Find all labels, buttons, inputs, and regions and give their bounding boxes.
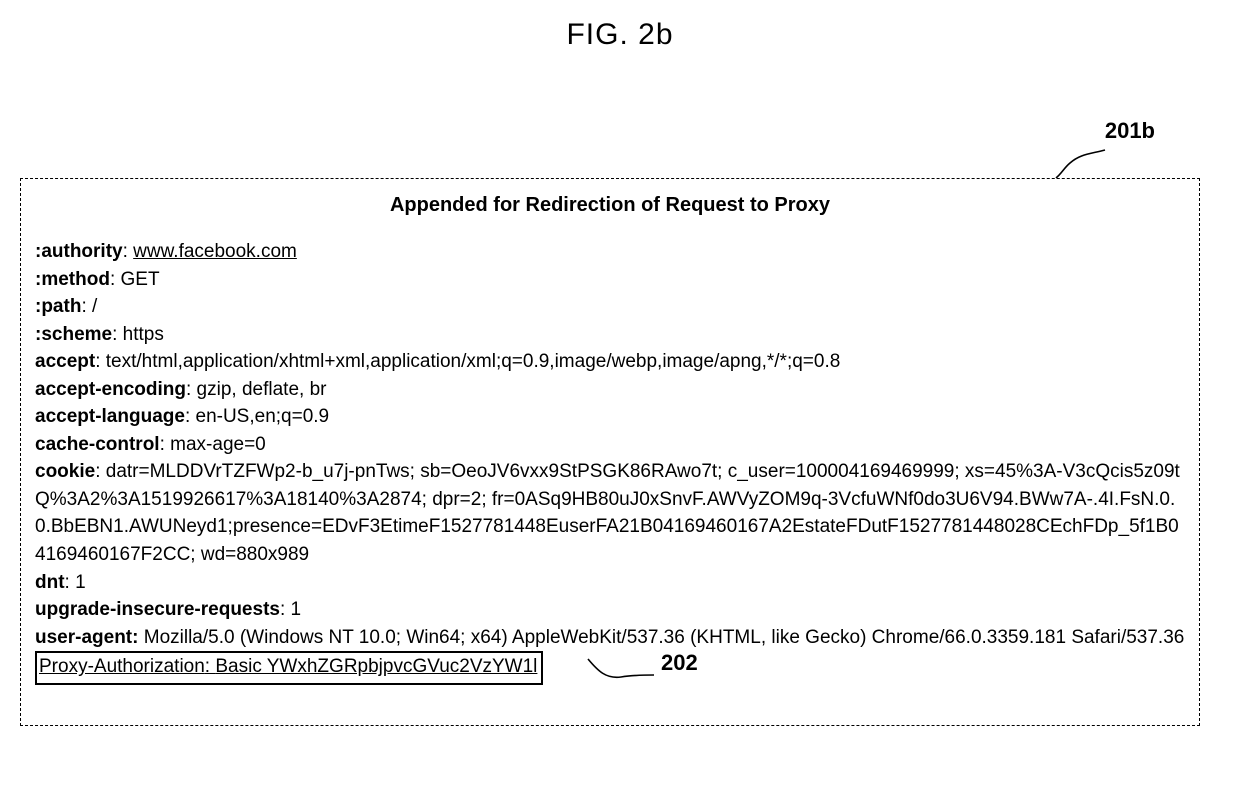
header-value: https bbox=[123, 324, 164, 345]
header-authority: :authority: www.facebook.com bbox=[35, 238, 1185, 266]
header-colon: : bbox=[205, 656, 216, 677]
header-key: user-agent: bbox=[35, 627, 138, 648]
header-cache-control: cache-control: max-age=0 bbox=[35, 431, 1185, 459]
box-title: Appended for Redirection of Request to P… bbox=[35, 191, 1185, 220]
header-proxy-authorization: Proxy-Authorization: Basic YWxhZGRpbjpvc… bbox=[35, 651, 543, 685]
header-key: upgrade-insecure-requests bbox=[35, 599, 280, 620]
header-value: GET bbox=[121, 269, 160, 290]
header-dnt: dnt: 1 bbox=[35, 569, 1185, 597]
header-value: Mozilla/5.0 (Windows NT 10.0; Win64; x64… bbox=[144, 627, 1185, 648]
header-upgrade-insecure-requests: upgrade-insecure-requests: 1 bbox=[35, 596, 1185, 624]
header-key: accept bbox=[35, 351, 95, 372]
header-key: Proxy-Authorization bbox=[39, 656, 205, 677]
header-key: :scheme bbox=[35, 324, 112, 345]
header-method: :method: GET bbox=[35, 266, 1185, 294]
header-value: 1 bbox=[75, 572, 86, 593]
request-box: Appended for Redirection of Request to P… bbox=[20, 178, 1200, 726]
header-value: max-age=0 bbox=[170, 434, 266, 455]
header-key: accept-language bbox=[35, 406, 185, 427]
header-key: accept-encoding bbox=[35, 379, 186, 400]
callout-202-leader bbox=[586, 657, 656, 685]
header-accept-language: accept-language: en-US,en;q=0.9 bbox=[35, 403, 1185, 431]
figure-canvas: FIG. 2b 201b Appended for Redirection of… bbox=[0, 0, 1240, 789]
header-accept: accept: text/html,application/xhtml+xml,… bbox=[35, 348, 1185, 376]
header-key: cookie bbox=[35, 461, 95, 482]
header-value: en-US,en;q=0.9 bbox=[196, 406, 330, 427]
callout-201b-label: 201b bbox=[1105, 118, 1155, 144]
header-key: :method bbox=[35, 269, 110, 290]
header-value: gzip, deflate, br bbox=[197, 379, 327, 400]
header-key: :authority bbox=[35, 241, 123, 262]
header-value: 1 bbox=[291, 599, 302, 620]
callout-202-label: 202 bbox=[661, 647, 698, 679]
header-scheme: :scheme: https bbox=[35, 321, 1185, 349]
header-accept-encoding: accept-encoding: gzip, deflate, br bbox=[35, 376, 1185, 404]
header-path: :path: / bbox=[35, 293, 1185, 321]
header-cookie: cookie: datr=MLDDVrTZFWp2-b_u7j-pnTws; s… bbox=[35, 458, 1185, 568]
header-key: dnt bbox=[35, 572, 65, 593]
header-user-agent: user-agent: Mozilla/5.0 (Windows NT 10.0… bbox=[35, 624, 1185, 652]
header-value: / bbox=[92, 296, 97, 317]
header-value: Basic YWxhZGRpbjpvcGVuc2VzYW1l bbox=[215, 656, 537, 677]
header-value: datr=MLDDVrTZFWp2-b_u7j-pnTws; sb=OeoJV6… bbox=[35, 461, 1180, 565]
header-value: www.facebook.com bbox=[133, 241, 297, 262]
header-value: text/html,application/xhtml+xml,applicat… bbox=[106, 351, 841, 372]
callout-201b-leader bbox=[1050, 148, 1110, 180]
header-key: cache-control bbox=[35, 434, 160, 455]
header-key: :path bbox=[35, 296, 81, 317]
figure-label: FIG. 2b bbox=[0, 18, 1240, 52]
